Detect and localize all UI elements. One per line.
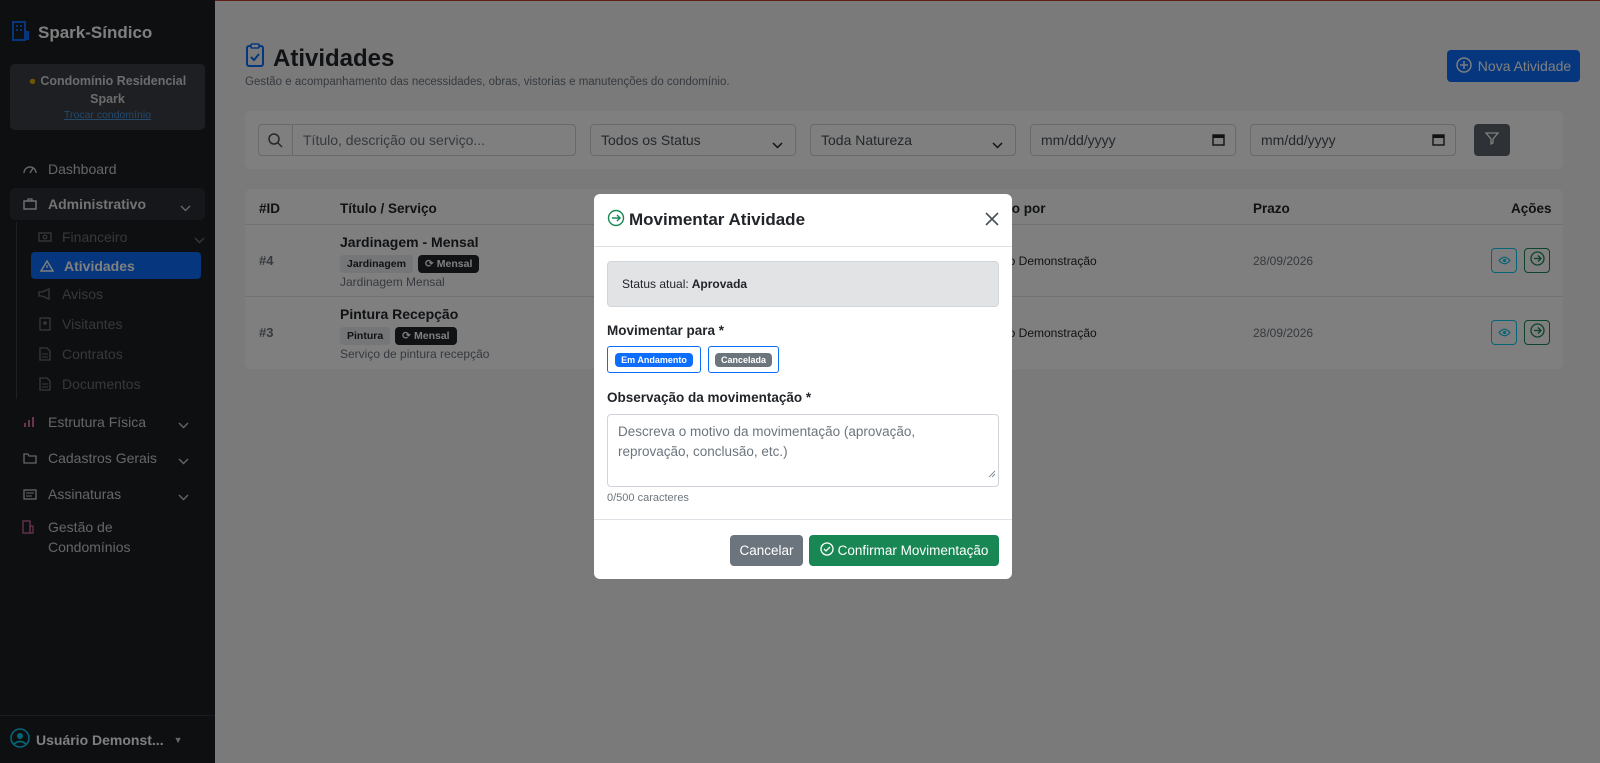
arrow-right-circle-icon bbox=[607, 209, 625, 232]
confirm-move-button[interactable]: Confirmar Movimentação bbox=[809, 535, 999, 566]
observation-placeholder: Descreva o motivo da movimentação (aprov… bbox=[618, 424, 916, 459]
cancel-button[interactable]: Cancelar bbox=[730, 535, 803, 566]
option-em-andamento[interactable]: Em Andamento bbox=[607, 346, 701, 373]
check-circle-icon bbox=[819, 542, 834, 559]
resize-handle-icon[interactable] bbox=[988, 464, 996, 484]
option-cancelada[interactable]: Cancelada bbox=[708, 346, 779, 373]
move-activity-modal: Movimentar Atividade Status atual: Aprov… bbox=[594, 194, 1012, 579]
modal-header: Movimentar Atividade bbox=[594, 194, 1012, 247]
character-counter: 0/500 caracteres bbox=[607, 492, 689, 504]
modal-footer: Cancelar Confirmar Movimentação bbox=[594, 519, 1012, 579]
current-status-label: Status atual: bbox=[622, 277, 689, 291]
move-to-label: Movimentar para * bbox=[607, 323, 725, 338]
observation-textarea[interactable]: Descreva o motivo da movimentação (aprov… bbox=[607, 414, 999, 487]
current-status-value: Aprovada bbox=[691, 277, 748, 291]
observation-label: Observação da movimentação * bbox=[607, 390, 812, 405]
close-icon[interactable] bbox=[984, 211, 1000, 232]
modal-title: Movimentar Atividade bbox=[629, 210, 806, 229]
current-status-box: Status atual: Aprovada bbox=[607, 261, 999, 307]
